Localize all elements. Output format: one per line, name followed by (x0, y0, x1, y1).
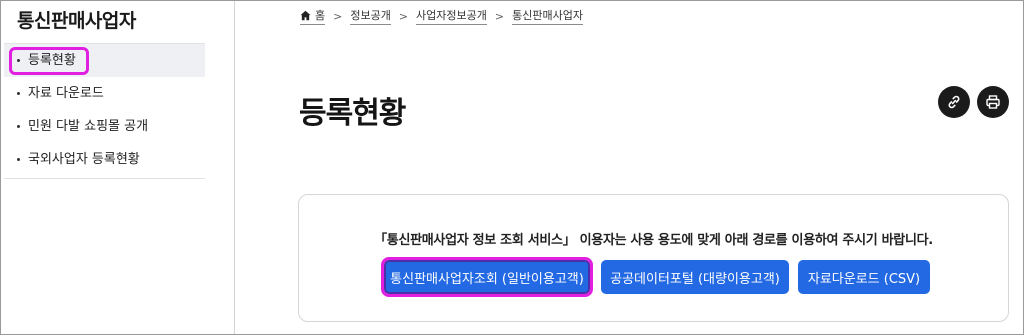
service-info-box: 「통신판매사업자 정보 조회 서비스」 이용자는 사용 용도에 맞게 아래 경로… (298, 194, 1009, 322)
breadcrumb-mail-order-business[interactable]: 통신판매사업자 (512, 7, 583, 25)
public-data-portal-button[interactable]: 공공데이터포털 (대량이용고객) (601, 260, 789, 294)
page-title: 등록현황 (299, 96, 406, 131)
sidebar-item-registration-status[interactable]: 등록현황 (4, 44, 205, 77)
breadcrumb-label: 사업자정보공개 (416, 9, 487, 22)
breadcrumb-business-info[interactable]: 사업자정보공개 (416, 7, 487, 25)
sidebar-title: 통신판매사업자 (17, 10, 136, 32)
sidebar-menu: 등록현황 자료 다운로드 민원 다발 쇼핑몰 공개 국외사업자 등록현황 (4, 43, 205, 179)
csv-download-button[interactable]: 자료다운로드 (CSV) (798, 260, 930, 294)
bullet-icon (17, 59, 20, 62)
service-notice: 「통신판매사업자 정보 조회 서비스」 이용자는 사용 용도에 맞게 아래 경로… (374, 233, 933, 248)
chevron-right-icon: > (333, 9, 343, 23)
breadcrumb-label: 통신판매사업자 (512, 9, 583, 22)
business-lookup-button[interactable]: 통신판매사업자조회 (일반이용고객) (381, 257, 593, 297)
breadcrumb-label: 정보공개 (350, 9, 391, 22)
sidebar: 통신판매사업자 등록현황 자료 다운로드 민원 다발 쇼핑몰 공개 국외사업자 … (1, 1, 235, 334)
selection-highlight (9, 47, 89, 75)
print-button[interactable] (977, 86, 1009, 118)
bullet-icon (17, 92, 20, 95)
bullet-icon (17, 125, 20, 128)
chevron-right-icon: > (398, 9, 409, 23)
sidebar-item-complaint-malls[interactable]: 민원 다발 쇼핑몰 공개 (4, 110, 205, 143)
link-icon (948, 95, 960, 109)
sidebar-item-label: 자료 다운로드 (28, 86, 104, 101)
share-link-button[interactable] (938, 86, 970, 118)
breadcrumb: 홈 > 정보공개 > 사업자정보공개 > 통신판매사업자 (300, 7, 583, 25)
sidebar-item-data-download[interactable]: 자료 다운로드 (4, 77, 205, 110)
sidebar-item-foreign-registration[interactable]: 국외사업자 등록현황 (4, 143, 205, 176)
sidebar-item-label: 민원 다발 쇼핑몰 공개 (28, 119, 149, 134)
bullet-icon (17, 158, 20, 161)
chevron-right-icon: > (494, 9, 505, 23)
print-icon (986, 95, 1000, 109)
breadcrumb-home[interactable]: 홈 (300, 7, 326, 25)
home-icon (300, 10, 311, 20)
breadcrumb-info-disclosure[interactable]: 정보공개 (350, 7, 391, 25)
sidebar-item-label: 국외사업자 등록현황 (28, 152, 140, 167)
breadcrumb-label: 홈 (315, 9, 326, 22)
